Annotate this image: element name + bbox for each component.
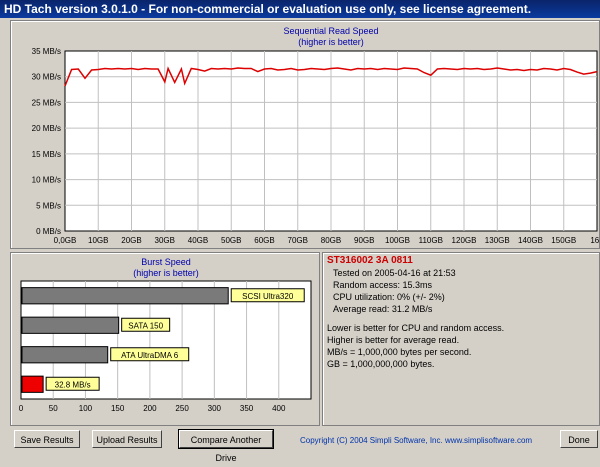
seq-x-tick-label: 90GB (354, 236, 374, 245)
burst-speed-panel: Burst Speed (higher is better) 0 50 100 150 20… (10, 252, 320, 426)
seq-chart-subtitle: (higher is better) (298, 37, 364, 47)
drive-name: ST316002 3A 0811 (327, 255, 413, 266)
burst-chart-title: Burst Speed (141, 257, 191, 267)
seq-x-tick-label: 30GB (155, 236, 175, 245)
sequential-read-chart: Sequential Read Speed(higher is better) 0… (32, 26, 599, 245)
seq-x-tick-label: 70GB (288, 236, 308, 245)
seq-x-tick-label: 60GB (254, 236, 274, 245)
burst-x-tick-label: 300 (208, 404, 222, 413)
tested-on-text: Tested on 2005-04-16 at 21:53 (333, 268, 456, 278)
upload-results-button[interactable]: Upload Results (92, 430, 162, 448)
burst-x-tick-label: 50 (49, 404, 58, 413)
seq-x-tick-label: 0,0GB (54, 236, 77, 245)
burst-bar-label: SCSI Ultra320 (242, 292, 294, 301)
burst-x-tick-label: 250 (175, 404, 189, 413)
seq-y-tick-label: 30 MB/s (32, 73, 61, 82)
seq-x-tick-label: 10GB (88, 236, 108, 245)
seq-x-tick-label: 50GB (221, 236, 241, 245)
seq-x-tick-label: 130GB (485, 236, 510, 245)
burst-x-tick-label: 350 (240, 404, 254, 413)
seq-x-tick-label: 120GB (452, 236, 477, 245)
copyright-text: Copyright (C) 2004 Simpli Software, Inc.… (300, 436, 533, 445)
average-read-text: Average read: 31.2 MB/s (333, 304, 433, 314)
burst-bar (21, 375, 44, 393)
done-button[interactable]: Done (560, 430, 598, 448)
seq-x-tick-label: 110GB (419, 236, 443, 245)
burst-x-tick-label: 100 (79, 404, 93, 413)
seq-y-tick-label: 5 MB/s (36, 201, 61, 210)
seq-x-tick-label: 160 (590, 236, 599, 245)
burst-x-tick-label: 200 (143, 404, 157, 413)
burst-bar-label: ATA UltraDMA 6 (121, 351, 179, 360)
burst-x-tick-label: 150 (111, 404, 125, 413)
random-access-text: Random access: 15.3ms (333, 280, 433, 290)
seq-y-tick-label: 15 MB/s (32, 150, 61, 159)
seq-x-tick-label: 100GB (385, 236, 410, 245)
burst-bar (21, 316, 120, 334)
burst-x-tick-label: 400 (272, 404, 286, 413)
note-lower-better: Lower is better for CPU and random acces… (327, 323, 505, 333)
burst-bar-label: SATA 150 (128, 321, 163, 330)
seq-y-tick-label: 0 MB/s (36, 227, 61, 236)
seq-y-tick-label: 20 MB/s (32, 124, 61, 133)
seq-y-tick-label: 25 MB/s (32, 98, 61, 107)
note-gb-definition: GB = 1,000,000,000 bytes. (327, 359, 435, 369)
cpu-utilization-text: CPU utilization: 0% (+/- 2%) (333, 292, 445, 302)
burst-chart-subtitle: (higher is better) (133, 268, 199, 278)
seq-x-tick-label: 150GB (551, 236, 576, 245)
compare-another-drive-button[interactable]: Compare Another Drive (178, 429, 274, 463)
seq-y-tick-label: 10 MB/s (32, 176, 61, 185)
seq-x-tick-label: 40GB (188, 236, 208, 245)
note-mbs-definition: MB/s = 1,000,000 bytes per second. (327, 347, 472, 357)
seq-x-tick-label: 20GB (121, 236, 141, 245)
burst-speed-chart: Burst Speed(higher is better) 0 50 100 150 20… (19, 257, 312, 413)
note-higher-better: Higher is better for average read. (327, 335, 460, 345)
seq-x-tick-label: 80GB (321, 236, 341, 245)
seq-x-tick-label: 140GB (518, 236, 543, 245)
burst-bar (21, 287, 229, 305)
seq-y-tick-label: 35 MB/s (32, 47, 61, 56)
title-bar: HD Tach version 3.0.1.0 - For non-commer… (0, 0, 600, 18)
window-title: HD Tach version 3.0.1.0 - For non-commer… (4, 2, 532, 16)
burst-x-tick-label: 0 (19, 404, 24, 413)
seq-chart-title: Sequential Read Speed (283, 26, 378, 36)
sequential-read-panel: Sequential Read Speed (higher is better) 0… (10, 20, 600, 249)
burst-bar-label: 32.8 MB/s (55, 380, 91, 389)
burst-bar (21, 346, 109, 364)
drive-info-panel: ST316002 3A 0811 Tested on 2005-04-16 at… (322, 252, 600, 426)
save-results-button[interactable]: Save Results (14, 430, 80, 448)
